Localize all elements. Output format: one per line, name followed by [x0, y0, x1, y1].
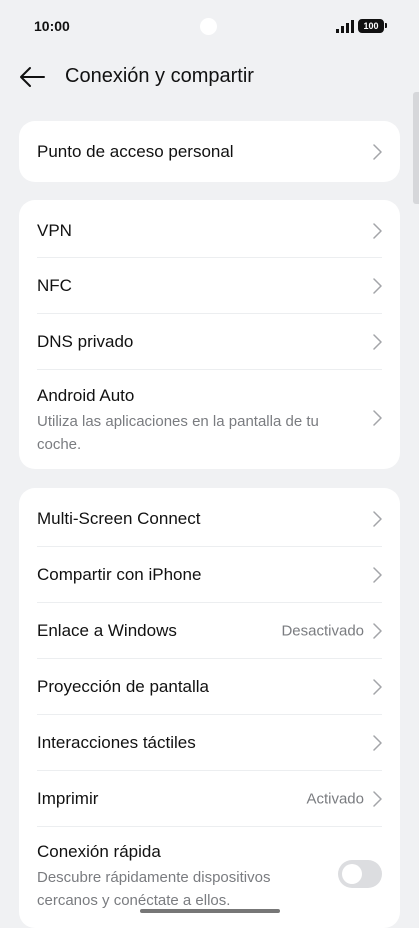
card-hotspot: Punto de acceso personal	[19, 121, 400, 182]
signal-icon	[336, 20, 354, 33]
settings-item-hotspot[interactable]: Punto de acceso personal	[19, 121, 400, 182]
settings-item-print[interactable]: Imprimir Activado	[19, 771, 400, 827]
settings-item-link-windows[interactable]: Enlace a Windows Desactivado	[19, 603, 400, 659]
toggle-knob	[342, 864, 362, 884]
settings-item-android-auto[interactable]: Android Auto Utiliza las aplicaciones en…	[19, 370, 400, 469]
item-label: Proyección de pantalla	[37, 677, 210, 696]
back-arrow-icon[interactable]	[18, 65, 46, 89]
camera-cutout	[200, 18, 217, 35]
home-indicator[interactable]	[140, 909, 280, 913]
status-time: 10:00	[34, 18, 70, 34]
item-label: Multi-Screen Connect	[37, 509, 201, 528]
scroll-indicator	[413, 92, 419, 204]
item-label: Imprimir	[37, 789, 99, 808]
chevron-right-icon	[373, 278, 382, 294]
settings-item-nfc[interactable]: NFC	[19, 258, 400, 314]
chevron-right-icon	[373, 567, 382, 583]
card-connectivity: Multi-Screen Connect Compartir con iPhon…	[19, 488, 400, 928]
item-subtitle: Utiliza las aplicaciones en la pantalla …	[37, 413, 319, 453]
item-subtitle: Descubre rápidamente dispositivos cercan…	[37, 869, 271, 909]
settings-item-touch-interactions[interactable]: Interacciones táctiles	[19, 715, 400, 771]
chevron-right-icon	[373, 679, 382, 695]
item-label: Compartir con iPhone	[37, 565, 202, 584]
quick-connect-toggle[interactable]	[338, 860, 382, 888]
card-network: VPN NFC DNS privado Android Auto Utiliza…	[19, 200, 400, 469]
status-bar: 10:00 100	[0, 0, 419, 52]
battery-icon: 100	[358, 19, 387, 33]
item-label: Enlace a Windows	[37, 621, 177, 640]
item-label: Punto de acceso personal	[37, 141, 234, 161]
chevron-right-icon	[373, 623, 382, 639]
settings-item-multi-screen-connect[interactable]: Multi-Screen Connect	[19, 488, 400, 547]
item-value: Desactivado	[281, 622, 364, 640]
settings-item-screen-projection[interactable]: Proyección de pantalla	[19, 659, 400, 715]
item-label: VPN	[37, 221, 72, 240]
app-header: Conexión y compartir	[0, 52, 419, 102]
chevron-right-icon	[373, 511, 382, 527]
item-label: Interacciones táctiles	[37, 733, 196, 752]
settings-item-vpn[interactable]: VPN	[19, 200, 400, 258]
item-label: Android Auto	[37, 386, 135, 405]
chevron-right-icon	[373, 735, 382, 751]
chevron-right-icon	[373, 334, 382, 350]
item-value: Activado	[306, 790, 364, 808]
chevron-right-icon	[373, 223, 382, 239]
chevron-right-icon	[373, 410, 382, 426]
item-label: DNS privado	[37, 332, 134, 351]
settings-item-share-iphone[interactable]: Compartir con iPhone	[19, 547, 400, 603]
item-label: Conexión rápida	[37, 842, 161, 861]
chevron-right-icon	[373, 791, 382, 807]
chevron-right-icon	[373, 143, 382, 160]
settings-item-private-dns[interactable]: DNS privado	[19, 314, 400, 370]
page-title: Conexión y compartir	[65, 65, 254, 87]
item-label: NFC	[37, 276, 72, 295]
